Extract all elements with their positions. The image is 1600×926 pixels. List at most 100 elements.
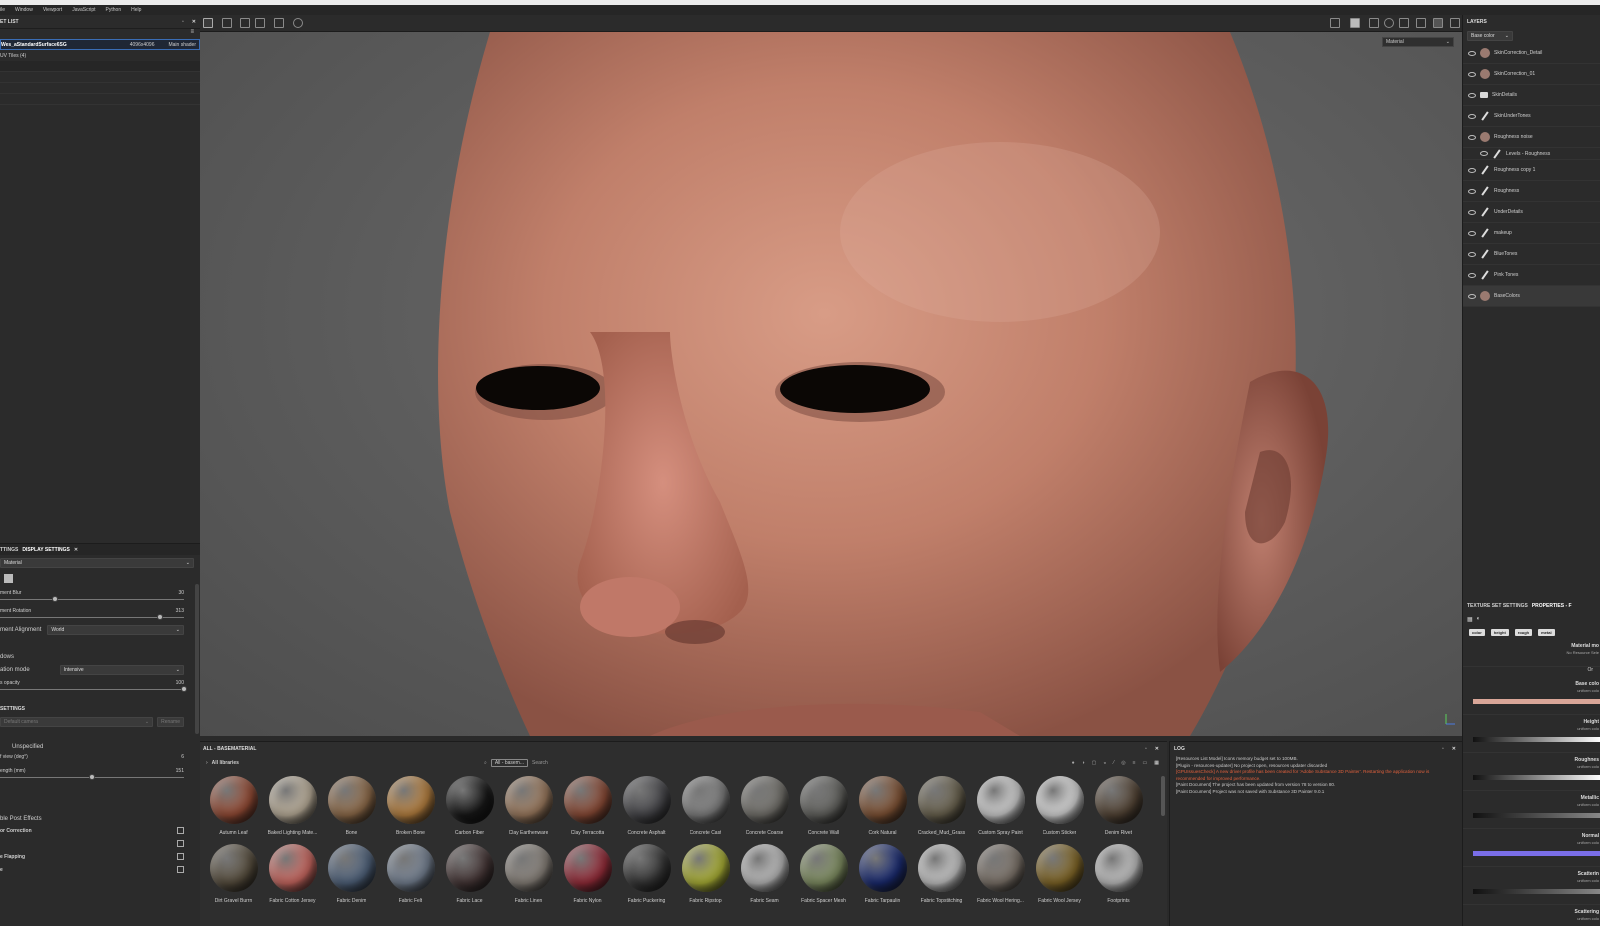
tab-texture-set-settings[interactable]: TEXTURE SET SETTINGS <box>1467 603 1528 609</box>
material-thumbnail[interactable]: Fabric Cotton Jersey <box>263 844 322 908</box>
environment-rotation-slider[interactable]: ment Rotation 313 <box>0 606 200 624</box>
smart-material-icon[interactable]: ◑ <box>1082 760 1085 766</box>
screenshot-icon[interactable] <box>1450 18 1460 28</box>
symmetry-icon[interactable] <box>240 18 250 28</box>
visibility-eye-icon[interactable] <box>1468 71 1476 77</box>
uv-tile-row[interactable] <box>0 72 200 83</box>
alignment-dropdown[interactable]: World ⌄ <box>47 625 184 635</box>
material-thumbnail[interactable]: Concrete Wall <box>794 776 853 840</box>
brush-filter-icon[interactable]: ⁄ <box>1113 760 1114 766</box>
material-thumbnail[interactable]: Fabric Denim <box>322 844 381 908</box>
visibility-eye-icon[interactable] <box>1468 293 1476 299</box>
grid-icon[interactable]: ▦ <box>1467 616 1473 623</box>
texture-set-shader[interactable]: Main shader <box>168 42 196 48</box>
material-thumbnail[interactable]: Cork Natural <box>853 776 912 840</box>
slider-handle[interactable] <box>181 686 187 692</box>
post-effect-toggle[interactable]: e <box>0 863 200 876</box>
uv-tile-row[interactable] <box>0 83 200 94</box>
filter-pill[interactable]: All - basem... <box>490 759 528 767</box>
material-thumbnail[interactable]: Dirt Gravel Burrn <box>204 844 263 908</box>
material-thumbnail[interactable]: Concrete Cast <box>676 776 735 840</box>
chip-color[interactable]: color <box>1469 629 1485 636</box>
material-thumbnail[interactable]: Bone <box>322 776 381 840</box>
post-effect-toggle[interactable] <box>0 837 200 850</box>
property-value-bar[interactable] <box>1473 775 1600 780</box>
layer-item[interactable]: SkinUnderTones <box>1463 106 1600 127</box>
slider-handle[interactable] <box>89 774 95 780</box>
channel-property-row[interactable]: Normal uniform colo <box>1463 829 1600 867</box>
material-thumbnail[interactable]: Concrete Asphalt <box>617 776 676 840</box>
display-icon[interactable] <box>1369 18 1379 28</box>
environment-map-icon[interactable] <box>4 573 13 583</box>
float-icon[interactable]: ▫ <box>182 19 184 25</box>
checkbox[interactable] <box>177 840 184 847</box>
material-thumbnail[interactable]: Concrete Coarse <box>735 776 794 840</box>
property-value-bar[interactable] <box>1473 889 1600 894</box>
texture-filter-icon[interactable]: ▢ <box>1092 760 1097 766</box>
chip-height[interactable]: height <box>1490 629 1509 636</box>
post-effects-row[interactable]: ble Post Effects <box>0 814 200 824</box>
visibility-eye-icon[interactable] <box>1468 50 1476 56</box>
property-value-bar[interactable] <box>1473 813 1600 818</box>
visibility-eye-icon[interactable] <box>1480 151 1488 156</box>
shadows-opacity-slider[interactable]: s opacity 100 <box>0 678 200 696</box>
environment-dropdown[interactable]: Material ⌄ <box>0 558 194 568</box>
color-correction-toggle[interactable]: or Correction <box>0 824 200 837</box>
list-menu-icon[interactable]: ≡ <box>190 29 194 39</box>
slider-handle[interactable] <box>52 596 59 602</box>
tone-mapping-toggle[interactable]: e Flapping <box>0 850 200 863</box>
property-value-bar[interactable] <box>1473 737 1600 742</box>
property-value-bar[interactable] <box>1473 699 1600 704</box>
layer-item[interactable]: SkinCorrection_01 <box>1463 64 1600 85</box>
visibility-eye-icon[interactable] <box>1468 113 1476 119</box>
material-thumbnail[interactable]: Custom Sticker <box>1030 776 1089 840</box>
menu-window[interactable]: Window <box>15 7 33 13</box>
material-thumbnail[interactable]: Carbon Fiber <box>440 776 499 840</box>
close-icon[interactable]: ✕ <box>1452 746 1456 752</box>
layer-item[interactable]: Roughness noise <box>1463 127 1600 148</box>
menu-file[interactable]: ile <box>0 7 5 13</box>
material-icon[interactable]: ◐ <box>1477 616 1481 622</box>
layer-item[interactable]: UnderDetails <box>1463 202 1600 223</box>
library-label[interactable]: All libraries <box>212 760 239 766</box>
channel-dropdown[interactable]: Base color ⌄ <box>1467 31 1513 41</box>
layer-item[interactable]: BaseColors <box>1463 286 1600 307</box>
list-view-icon[interactable]: ≡ <box>1133 760 1136 766</box>
material-thumbnail[interactable]: Broken Bone <box>381 776 440 840</box>
material-thumbnail[interactable]: Fabric Puckering <box>617 844 676 908</box>
checkbox[interactable] <box>177 866 184 873</box>
tab-settings[interactable]: TTINGS <box>0 547 18 553</box>
alpha-filter-icon[interactable]: ◒ <box>1103 760 1106 766</box>
channel-property-row[interactable]: Roughnes uniform colo <box>1463 753 1600 791</box>
material-thumbnail[interactable]: Fabric Felt <box>381 844 440 908</box>
slider-track[interactable] <box>0 599 184 600</box>
material-filter-icon[interactable]: ● <box>1072 760 1075 766</box>
material-thumbnail[interactable]: Fabric Nylon <box>558 844 617 908</box>
visibility-eye-icon[interactable] <box>1468 230 1476 236</box>
layer-item[interactable]: BlueTones <box>1463 244 1600 265</box>
camera-dropdown[interactable]: Default camera ⌄ <box>0 717 154 727</box>
align-icon[interactable] <box>255 18 265 28</box>
visibility-eye-icon[interactable] <box>1468 272 1476 278</box>
channel-property-row[interactable]: Scattering uniform colo <box>1463 905 1600 926</box>
mode-dropdown[interactable]: Intensive ⌄ <box>59 665 184 675</box>
material-thumbnail[interactable]: Fabric Seam <box>735 844 794 908</box>
render-icon[interactable] <box>1384 18 1394 28</box>
focal-length-slider[interactable]: ength (mm) 151 <box>0 766 200 784</box>
light-icon[interactable] <box>1416 18 1426 28</box>
search-input[interactable]: Search <box>532 760 548 766</box>
material-thumbnail[interactable]: Clay Earthenware <box>499 776 558 840</box>
grid-view-icon[interactable]: ▦ <box>1154 760 1159 766</box>
material-thumbnail[interactable]: Baked Lighting Mate... <box>263 776 322 840</box>
visibility-eye-icon[interactable] <box>1468 251 1476 257</box>
layer-item[interactable]: Roughness <box>1463 181 1600 202</box>
visibility-eye-icon[interactable] <box>1468 167 1476 173</box>
chip-rough[interactable]: rough <box>1514 629 1533 636</box>
environment-blur-slider[interactable]: ment Blur 30 <box>0 588 200 606</box>
layer-item[interactable]: makeup <box>1463 223 1600 244</box>
checkbox[interactable] <box>177 853 184 860</box>
layer-item[interactable]: SkinCorrection_Detail <box>1463 43 1600 64</box>
material-thumbnail[interactable]: Cracked_Mud_Grass <box>912 776 971 840</box>
frame-icon[interactable] <box>274 18 284 28</box>
grid-view-icon[interactable] <box>203 18 213 28</box>
